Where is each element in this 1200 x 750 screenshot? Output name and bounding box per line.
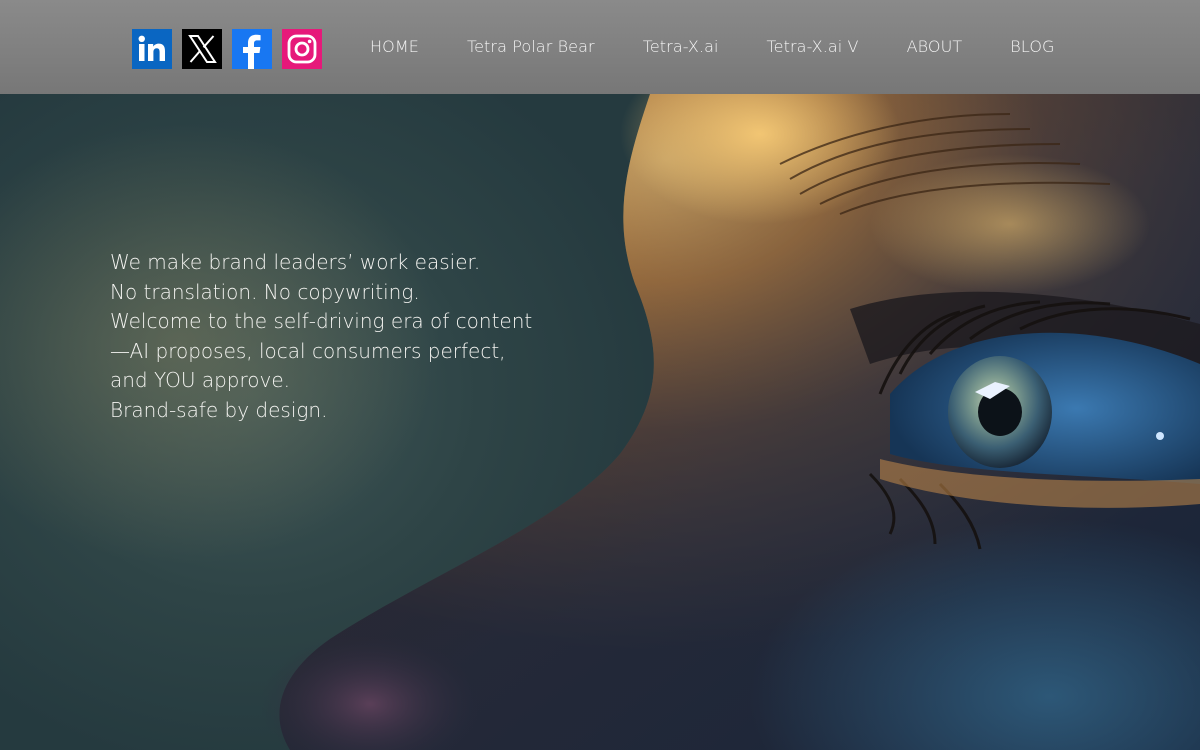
nav-tetra-polar-bear[interactable]: Tetra Polar Bear [443,37,619,57]
nav-home[interactable]: HOME [346,37,443,57]
facebook-icon [232,29,272,69]
linkedin-link[interactable] [132,29,172,69]
hero-line: Welcome to the self-driving era of conte… [110,309,533,333]
instagram-icon [282,29,322,69]
hero-section: We make brand leaders’ work easier. No t… [0,94,1200,750]
hero-line: Brand-safe by design. [110,397,328,422]
main-nav: HOME Tetra Polar Bear Tetra-X.ai Tetra-X… [346,0,1079,94]
page: HOME Tetra Polar Bear Tetra-X.ai Tetra-X… [0,0,1200,750]
nav-tetra-x-ai[interactable]: Tetra-X.ai [619,37,743,57]
hero-line: We make brand leaders’ work easier. [110,250,481,274]
social-bar [132,29,322,69]
hero-line: No translation. No copywriting. [110,279,420,304]
nav-about[interactable]: ABOUT [883,37,987,57]
x-icon [182,29,222,69]
nav-blog[interactable]: BLOG [986,37,1078,57]
hero-line: and YOU approve. [110,368,291,392]
facebook-link[interactable] [232,29,272,69]
site-header: HOME Tetra Polar Bear Tetra-X.ai Tetra-X… [0,0,1200,94]
nav-tetra-x-ai-v[interactable]: Tetra-X.ai V [743,37,883,57]
x-link[interactable] [182,29,222,69]
hero-line: —AI proposes, local consumers perfect, [110,338,506,363]
linkedin-icon [132,29,172,69]
instagram-link[interactable] [282,29,322,69]
hero-tagline: We make brand leaders’ work easier. No t… [110,248,532,425]
